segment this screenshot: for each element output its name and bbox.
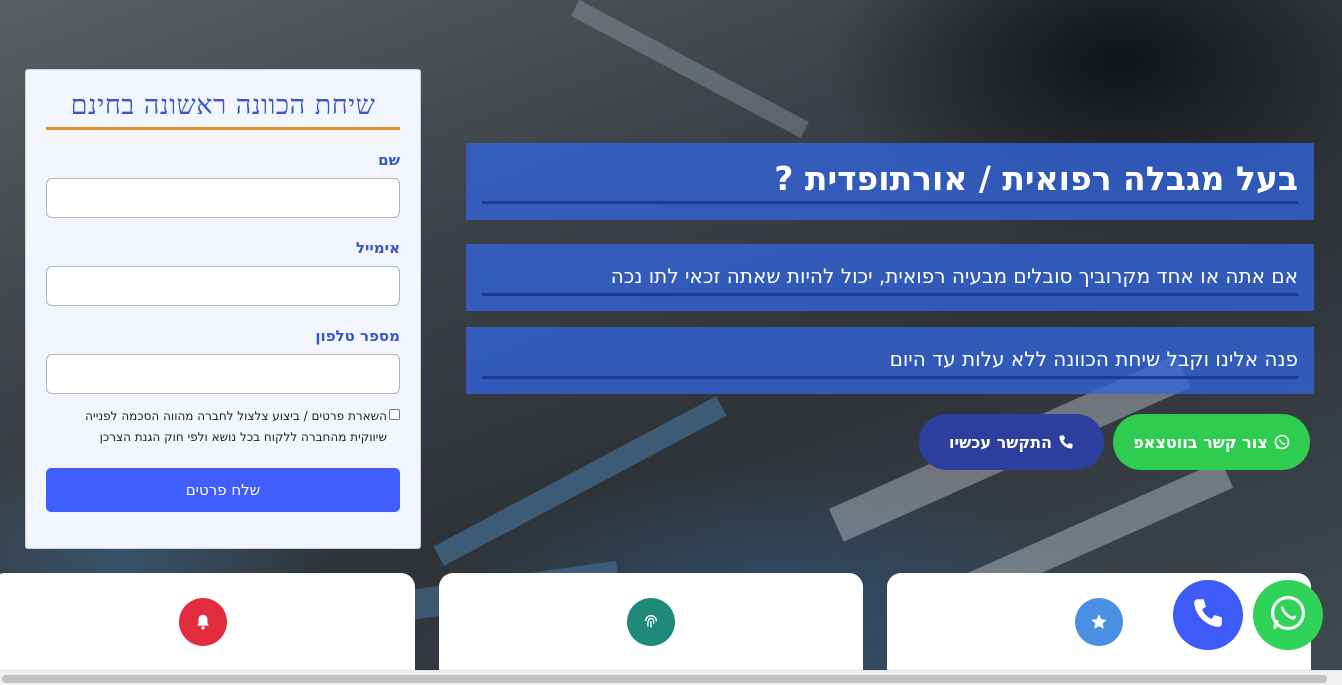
consent-row: השארת פרטים / ביצוע צלצול לחברה מהווה הס… [46, 406, 400, 448]
call-cta-label: התקשר עכשיו [948, 432, 1053, 452]
name-input[interactable] [46, 178, 400, 218]
phone-label: מספר טלפון [315, 327, 400, 345]
scrollbar-thumb[interactable] [2, 675, 1327, 683]
hero-offer: פנה אלינו וקבל שיחת הכוונה ללא עלות עד ה… [482, 327, 1298, 379]
hero-subline-banner: אם אתה או אחד מקרוביך סובלים מבעיה רפואי… [466, 244, 1314, 311]
background-stripe [570, 0, 810, 138]
submit-button[interactable]: שלח פרטים [46, 468, 400, 512]
form-title: שיחת הכוונה ראשונה בחינם [46, 90, 400, 130]
background-stripe [433, 396, 727, 566]
whatsapp-icon [1274, 434, 1290, 450]
hero-offer-banner: פנה אלינו וקבל שיחת הכוונה ללא עלות עד ה… [466, 327, 1314, 394]
consent-text: השארת פרטים / ביצוע צלצול לחברה מהווה הס… [85, 406, 387, 448]
consent-checkbox[interactable] [389, 409, 400, 420]
whatsapp-contact-button[interactable]: צור קשר בווטצאפ [1113, 414, 1310, 470]
phone-icon [1191, 596, 1225, 634]
hero-subline: אם אתה או אחד מקרוביך סובלים מבעיה רפואי… [482, 244, 1298, 296]
hero-headline-banner: בעל מגבלה רפואית / אורתופדית ? [466, 143, 1314, 220]
consent-line-1: השארת פרטים / ביצוע צלצול לחברה מהווה הס… [85, 409, 387, 423]
feature-card [0, 573, 415, 685]
email-input[interactable] [46, 266, 400, 306]
hero-headline: בעל מגבלה רפואית / אורתופדית ? [482, 143, 1298, 204]
phone-input[interactable] [46, 354, 400, 394]
name-label: שם [378, 151, 400, 169]
lead-form: שיחת הכוונה ראשונה בחינם שם אימייל מספר … [25, 69, 421, 549]
whatsapp-cta-label: צור קשר בווטצאפ [1133, 432, 1268, 452]
horizontal-scrollbar[interactable] [0, 670, 1342, 685]
consent-line-2: שיווקית מהחברה ללקוח בכל נושא ולפי חוק ה… [99, 430, 387, 444]
feature-card [887, 573, 1311, 685]
fingerprint-icon [627, 598, 675, 646]
whatsapp-icon [1269, 594, 1307, 636]
star-icon [1075, 598, 1123, 646]
floating-phone-button[interactable] [1173, 580, 1243, 650]
feature-card [439, 573, 863, 685]
floating-whatsapp-button[interactable] [1253, 580, 1323, 650]
bell-icon [179, 598, 227, 646]
phone-icon [1058, 434, 1074, 450]
email-label: אימייל [355, 239, 400, 257]
call-now-button[interactable]: התקשר עכשיו [919, 414, 1104, 470]
